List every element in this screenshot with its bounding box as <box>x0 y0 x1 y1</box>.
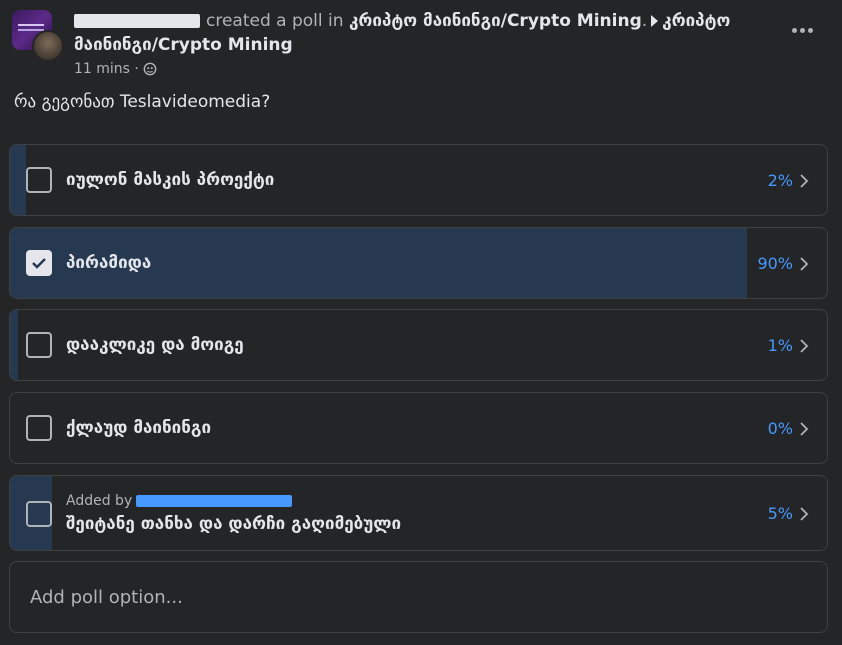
add-poll-option-input[interactable]: Add poll option... <box>9 561 828 633</box>
option-label: შეიტანე თანხა და დარჩი გაღიმებული <box>66 514 402 534</box>
more-icon-dot <box>807 27 813 33</box>
checkbox[interactable] <box>26 415 52 441</box>
poll-post: created a poll in კრიპტო მაინინგი/Crypto… <box>0 0 842 645</box>
check-icon <box>32 258 46 269</box>
option-label: ქლაუდ მაინინგი <box>66 418 212 438</box>
option-label: იულონ მასკის პროექტი <box>66 170 275 190</box>
chevron-right-icon <box>800 507 809 521</box>
option-percent: 5% <box>767 504 793 523</box>
option-percent: 0% <box>767 419 793 438</box>
chevron-right-icon <box>800 257 809 271</box>
author-name-redacted[interactable] <box>74 14 200 28</box>
option-percent: 1% <box>767 336 793 355</box>
chevron-right-icon <box>800 339 809 353</box>
timestamp[interactable]: 11 mins <box>74 61 130 77</box>
poll-option-4[interactable]: ქლაუდ მაინინგი 0% <box>9 392 828 464</box>
arrow-right-icon <box>651 15 659 27</box>
checkbox[interactable] <box>26 250 52 276</box>
avatar-art <box>18 24 44 26</box>
added-by-label: Added by <box>66 493 133 509</box>
more-icon <box>791 27 797 33</box>
checkbox[interactable] <box>26 501 52 527</box>
user-avatar[interactable] <box>32 30 64 62</box>
checkbox[interactable] <box>26 167 52 193</box>
period: . <box>641 11 648 31</box>
globe-icon <box>143 62 157 76</box>
option-label: პირამიდა <box>66 253 152 273</box>
more-icon-dot <box>799 27 805 33</box>
poll-option-1[interactable]: იულონ მასკის პროექტი 2% <box>9 144 828 216</box>
post-header: created a poll in კრიპტო მაინინგი/Crypto… <box>74 9 774 57</box>
created-poll-text: created a poll in <box>206 11 344 31</box>
vote-fill <box>10 145 26 215</box>
added-by: Added by <box>66 493 293 509</box>
option-label: დააკლიკე და მოიგე <box>66 335 244 355</box>
vote-fill <box>10 310 18 380</box>
chevron-right-icon <box>800 422 809 436</box>
poll-question: რა გეგონათ Teslavideomedia? <box>14 92 271 112</box>
poll-option-3[interactable]: დააკლიკე და მოიგე 1% <box>9 309 828 381</box>
chevron-right-icon <box>800 174 809 188</box>
more-options-button[interactable] <box>784 20 820 40</box>
option-percent: 90% <box>757 254 793 273</box>
poll-option-5[interactable]: Added by შეიტანე თანხა და დარჩი გაღიმებუ… <box>9 475 828 551</box>
group-link[interactable]: კრიპტო მაინინგი/Crypto Mining <box>349 11 642 31</box>
post-meta: 11 mins · <box>74 61 157 77</box>
option-percent: 2% <box>767 171 793 190</box>
checkbox[interactable] <box>26 332 52 358</box>
poll-option-2[interactable]: პირამიდა 90% <box>9 227 828 299</box>
separator: · <box>129 61 139 77</box>
added-by-user-redacted[interactable] <box>136 495 293 507</box>
